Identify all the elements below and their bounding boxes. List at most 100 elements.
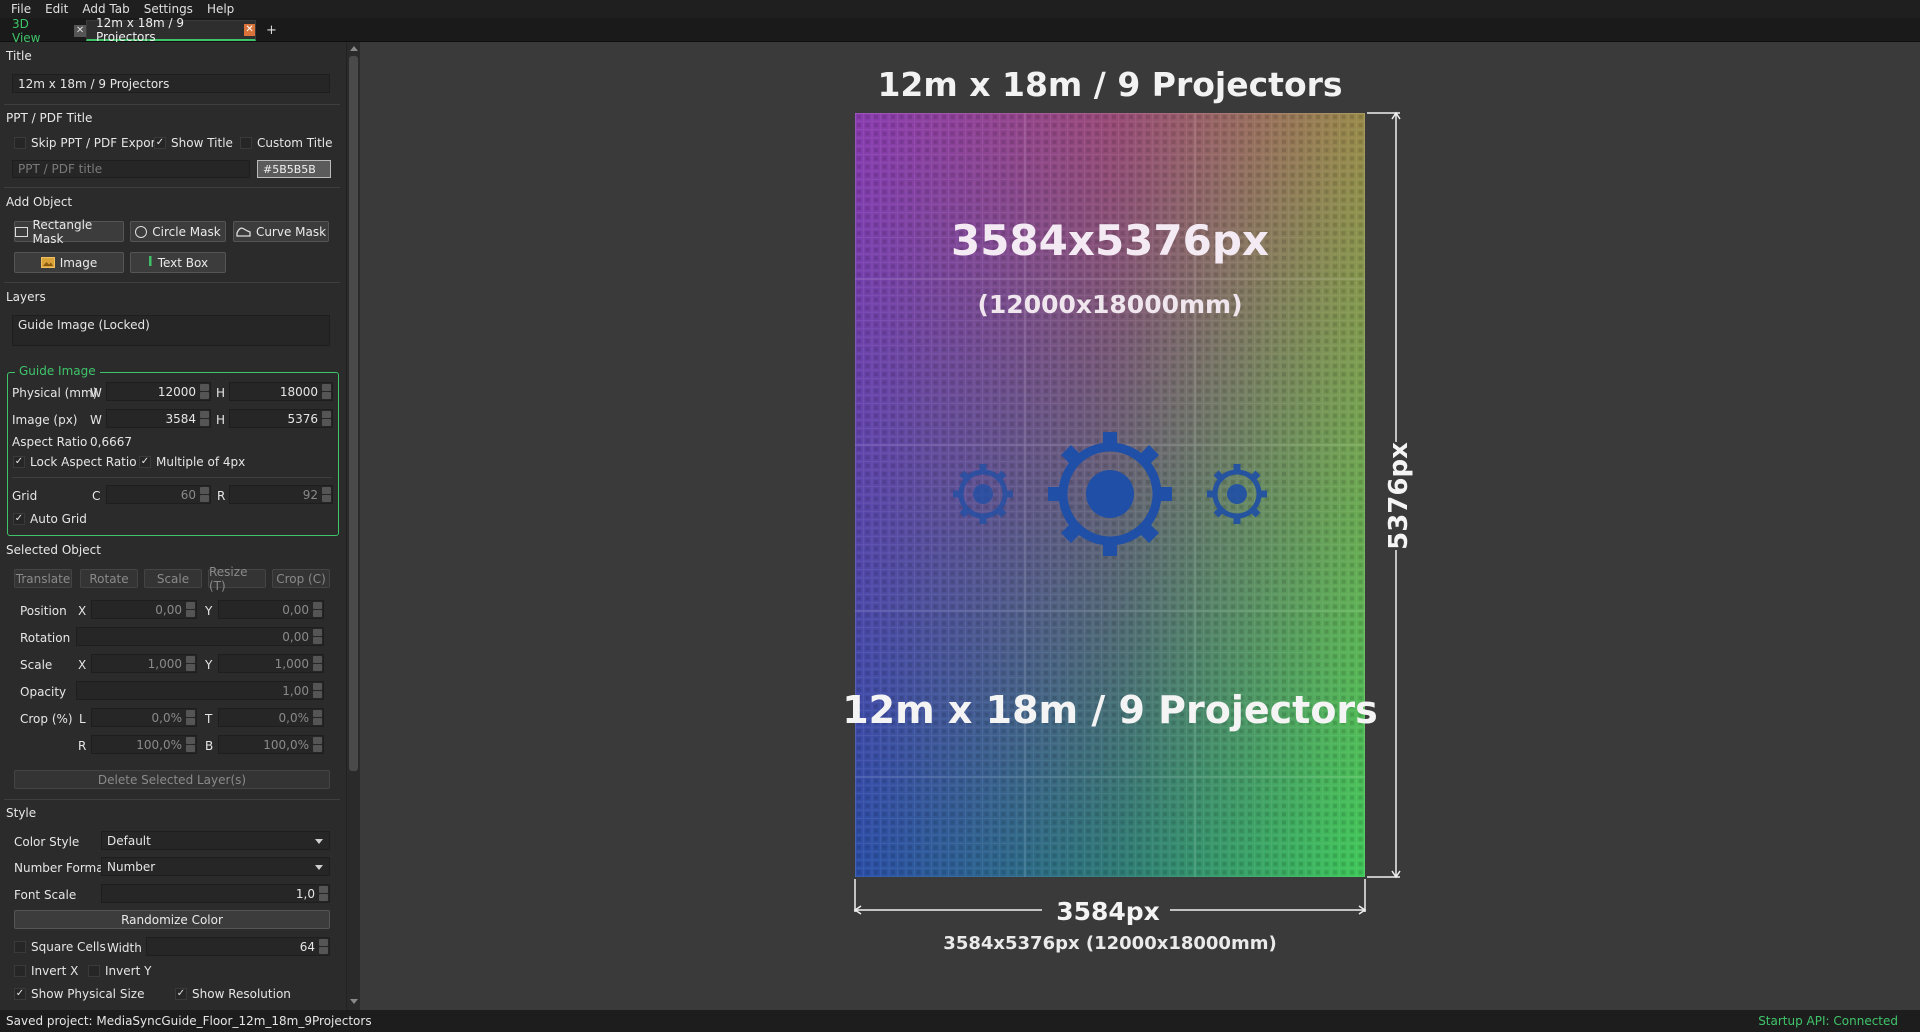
l-label: L bbox=[79, 712, 86, 726]
spinner-icon[interactable] bbox=[322, 411, 331, 426]
menu-settings[interactable]: Settings bbox=[137, 2, 200, 16]
crop-top-input[interactable]: 0,0% bbox=[218, 708, 324, 727]
h-label: H bbox=[216, 413, 226, 427]
tab-close-icon[interactable]: ✕ bbox=[244, 24, 255, 36]
menu-add-tab[interactable]: Add Tab bbox=[75, 2, 136, 16]
skip-export-checkbox[interactable]: Skip PPT / PDF Export bbox=[14, 136, 160, 150]
cell-width-input[interactable]: 64 bbox=[146, 937, 330, 956]
physical-height-input[interactable]: 18000 bbox=[229, 382, 333, 401]
crop-bottom-input[interactable]: 100,0% bbox=[218, 735, 324, 754]
physical-width-input[interactable]: 12000 bbox=[106, 382, 211, 401]
color-style-label: Color Style bbox=[14, 835, 80, 849]
spinner-icon[interactable] bbox=[200, 384, 209, 399]
add-tab-button[interactable]: + bbox=[266, 20, 280, 41]
scroll-down-icon[interactable] bbox=[350, 999, 358, 1004]
checkmark-icon: ✓ bbox=[139, 456, 151, 468]
color-style-select[interactable]: Default bbox=[101, 831, 330, 850]
delete-layer-button[interactable]: Delete Selected Layer(s) bbox=[14, 770, 330, 789]
ppt-color-swatch[interactable]: #5B5B5B bbox=[257, 160, 331, 178]
multiple-of-4-checkbox[interactable]: ✓ Multiple of 4px bbox=[139, 455, 245, 469]
tab-close-icon[interactable]: ✕ bbox=[74, 24, 86, 37]
spinner-icon[interactable] bbox=[322, 487, 331, 502]
width-dimension-label: 3584px bbox=[1056, 897, 1160, 926]
spinner-icon[interactable] bbox=[186, 602, 195, 617]
crop-right-input[interactable]: 100,0% bbox=[91, 735, 197, 754]
font-scale-input[interactable]: 1,0 bbox=[101, 884, 330, 903]
spinner-icon[interactable] bbox=[200, 487, 209, 502]
invert-x-checkbox[interactable]: Invert X bbox=[14, 964, 78, 978]
spinner-icon[interactable] bbox=[186, 656, 195, 671]
grid-label: Grid bbox=[12, 489, 38, 503]
spinner-icon[interactable] bbox=[313, 683, 322, 698]
api-status: Startup API: Connected bbox=[1758, 1014, 1898, 1028]
translate-mode-button[interactable]: Translate bbox=[14, 569, 72, 588]
scrollbar-thumb[interactable] bbox=[349, 56, 358, 771]
menu-file[interactable]: File bbox=[4, 2, 38, 16]
spinner-icon[interactable] bbox=[313, 737, 322, 752]
curve-icon bbox=[236, 227, 251, 237]
spinner-icon[interactable] bbox=[319, 939, 328, 954]
checkbox-label: Show Title bbox=[171, 136, 233, 150]
position-y-input[interactable]: 0,00 bbox=[218, 600, 324, 619]
divider bbox=[4, 104, 340, 105]
layer-item[interactable]: Guide Image (Locked) bbox=[18, 318, 150, 332]
panel-scrollbar[interactable] bbox=[346, 42, 360, 1010]
custom-title-checkbox[interactable]: Custom Title bbox=[240, 136, 333, 150]
crop-mode-button[interactable]: Crop (C) bbox=[272, 569, 330, 588]
guide-image[interactable]: 3584x5376px (12000x18000mm) 12m x 18m / … bbox=[842, 113, 1378, 877]
spinner-icon[interactable] bbox=[313, 710, 322, 725]
rotation-input[interactable]: 0,00 bbox=[76, 627, 324, 646]
tab-bar: 3D View ✕ 12m x 18m / 9 Projectors ✕ + bbox=[0, 16, 1920, 45]
number-format-select[interactable]: Number bbox=[101, 857, 330, 876]
show-title-checkbox[interactable]: ✓ Show Title bbox=[154, 136, 233, 150]
curve-mask-button[interactable]: Curve Mask bbox=[233, 221, 329, 242]
show-physical-size-checkbox[interactable]: ✓ Show Physical Size bbox=[14, 987, 144, 1001]
spinner-icon[interactable] bbox=[322, 384, 331, 399]
auto-grid-checkbox[interactable]: ✓ Auto Grid bbox=[13, 512, 87, 526]
randomize-color-button[interactable]: Randomize Color bbox=[14, 910, 330, 929]
rotate-mode-button[interactable]: Rotate bbox=[80, 569, 138, 588]
checkbox-label: Show Physical Size bbox=[31, 987, 145, 1001]
resize-mode-button[interactable]: Resize (T) bbox=[208, 565, 266, 593]
image-height-input[interactable]: 5376 bbox=[229, 409, 333, 428]
scale-mode-button[interactable]: Scale bbox=[144, 569, 202, 588]
spinner-icon[interactable] bbox=[313, 656, 322, 671]
scale-x-input[interactable]: 1,000 bbox=[91, 654, 197, 673]
guide-image-heading: Guide Image bbox=[15, 364, 100, 378]
text-box-button[interactable]: I Text Box bbox=[130, 252, 226, 273]
guide-canvas[interactable]: 12m x 18m / 9 Projectors 3584x5376px (12… bbox=[360, 42, 1920, 1010]
checkbox-box bbox=[14, 137, 26, 149]
grid-rows-input[interactable]: 92 bbox=[229, 485, 333, 504]
show-resolution-checkbox[interactable]: ✓ Show Resolution bbox=[175, 987, 291, 1001]
position-x-input[interactable]: 0,00 bbox=[91, 600, 197, 619]
circle-mask-button[interactable]: Circle Mask bbox=[130, 221, 226, 242]
square-cells-checkbox[interactable]: Square Cells bbox=[14, 940, 106, 954]
scroll-up-icon[interactable] bbox=[350, 46, 358, 51]
image-width-input[interactable]: 3584 bbox=[106, 409, 211, 428]
spinner-icon[interactable] bbox=[313, 629, 322, 644]
spinner-icon[interactable] bbox=[186, 737, 195, 752]
button-label: Text Box bbox=[157, 255, 209, 270]
ppt-title-input[interactable]: PPT / PDF title bbox=[12, 160, 250, 178]
spinner-icon[interactable] bbox=[186, 710, 195, 725]
lock-aspect-checkbox[interactable]: ✓ Lock Aspect Ratio bbox=[13, 455, 137, 469]
invert-y-checkbox[interactable]: Invert Y bbox=[88, 964, 151, 978]
divider bbox=[12, 477, 332, 478]
spinner-icon[interactable] bbox=[319, 886, 328, 901]
menu-help[interactable]: Help bbox=[200, 2, 241, 16]
crop-left-input[interactable]: 0,0% bbox=[91, 708, 197, 727]
image-button[interactable]: Image bbox=[14, 252, 124, 273]
rectangle-mask-button[interactable]: Rectangle Mask bbox=[14, 218, 124, 246]
title-input[interactable]: 12m x 18m / 9 Projectors bbox=[12, 74, 330, 93]
value: 100,0% bbox=[263, 737, 309, 752]
grid-columns-input[interactable]: 60 bbox=[106, 485, 211, 504]
menu-edit[interactable]: Edit bbox=[38, 2, 75, 16]
image-px-label: Image (px) bbox=[12, 413, 78, 427]
tab-active-project[interactable]: 12m x 18m / 9 Projectors ✕ bbox=[86, 16, 256, 44]
spinner-icon[interactable] bbox=[313, 602, 322, 617]
opacity-input[interactable]: 1,00 bbox=[76, 681, 324, 700]
scale-y-input[interactable]: 1,000 bbox=[218, 654, 324, 673]
checkbox-label: Invert X bbox=[31, 964, 79, 978]
tab-3d-view[interactable]: 3D View ✕ bbox=[6, 17, 86, 45]
spinner-icon[interactable] bbox=[200, 411, 209, 426]
